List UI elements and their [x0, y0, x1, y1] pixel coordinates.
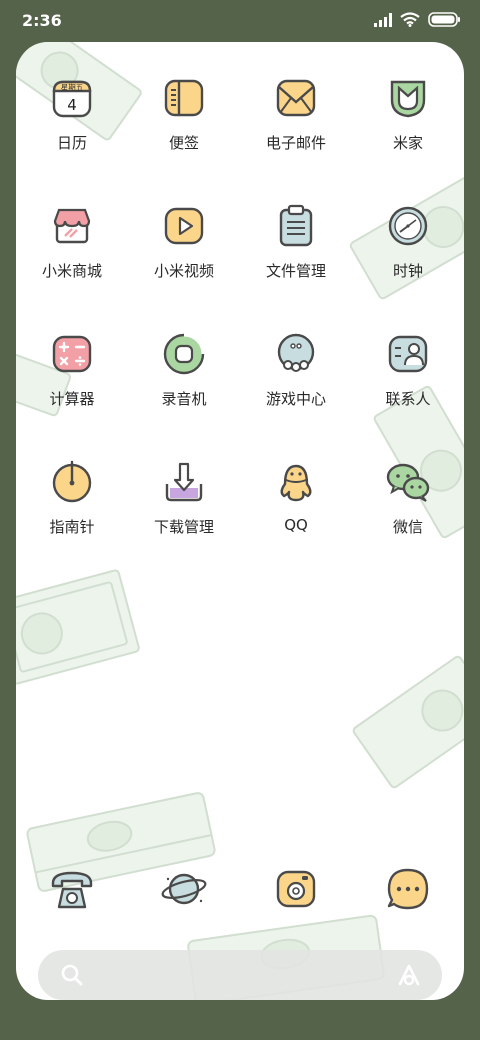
app-label-calendar: 日历 [56, 134, 87, 152]
mijia-icon [390, 80, 426, 118]
dock [16, 867, 464, 911]
app-label-notes: 便签 [168, 134, 199, 152]
app-recorder[interactable]: 录音机 [128, 332, 240, 411]
app-clock[interactable]: 时钟 [352, 204, 464, 283]
store-icon [53, 208, 91, 244]
app-label-email: 电子邮件 [265, 134, 326, 152]
app-label-wechat: 微信 [392, 518, 423, 536]
signal-icon [374, 12, 392, 27]
app-notes[interactable]: 便签 [128, 76, 240, 155]
app-game-center[interactable]: 游戏中心 [240, 332, 352, 411]
dock-browser[interactable] [128, 867, 240, 911]
file-manager-icon [279, 204, 313, 247]
app-mijia[interactable]: 米家 [352, 76, 464, 155]
camera-icon [276, 870, 316, 908]
phone-icon [51, 871, 93, 909]
app-mi-video[interactable]: 小米视频 [128, 204, 240, 283]
app-grid: 星期五 4 日历 便签 电子邮件 米家 小米商城 小米视频 文件管理 时钟 计算… [16, 76, 464, 539]
app-calculator[interactable]: 计算器 [16, 332, 128, 411]
wifi-icon [400, 12, 420, 27]
app-wechat[interactable]: 微信 [352, 460, 464, 539]
calculator-icon [52, 335, 92, 373]
messages-icon [387, 868, 429, 910]
app-file-manager[interactable]: 文件管理 [240, 204, 352, 283]
app-label-recorder: 录音机 [161, 390, 207, 408]
status-bar: 2:36 [0, 0, 480, 42]
browser-planet-icon [161, 873, 207, 905]
calendar-day: 4 [67, 96, 77, 114]
app-label-qq: QQ [284, 516, 308, 534]
app-calendar[interactable]: 星期五 4 日历 [16, 76, 128, 155]
status-time: 2:36 [22, 11, 62, 30]
dock-phone[interactable] [16, 867, 128, 911]
app-compass[interactable]: 指南针 [16, 460, 128, 539]
app-mi-store[interactable]: 小米商城 [16, 204, 128, 283]
notes-icon [164, 79, 204, 117]
compass-icon [52, 460, 92, 503]
app-label-mijia: 米家 [392, 134, 423, 152]
contacts-icon [388, 335, 428, 373]
video-icon [164, 207, 204, 245]
search-bar[interactable] [38, 950, 442, 1000]
email-icon [276, 79, 316, 117]
app-downloads[interactable]: 下载管理 [128, 460, 240, 539]
app-label-downloads: 下载管理 [153, 518, 214, 536]
app-label-mi-store: 小米商城 [41, 262, 102, 280]
dock-camera[interactable] [240, 867, 352, 911]
app-label-calculator: 计算器 [49, 390, 95, 408]
downloads-icon [165, 462, 203, 502]
search-icon[interactable] [60, 963, 84, 987]
qq-icon [280, 464, 312, 502]
calendar-weekday: 星期五 [61, 83, 84, 92]
calendar-icon: 星期五 4 [52, 80, 92, 118]
app-email[interactable]: 电子邮件 [240, 76, 352, 155]
game-center-icon [277, 333, 315, 372]
app-qq[interactable]: QQ [240, 460, 352, 539]
app-contacts[interactable]: 联系人 [352, 332, 464, 411]
recorder-icon [163, 333, 205, 375]
app-label-compass: 指南针 [49, 518, 95, 536]
app-label-game-center: 游戏中心 [265, 390, 326, 408]
wechat-icon [386, 463, 430, 502]
dock-messages[interactable] [352, 867, 464, 911]
voice-assistant-icon[interactable] [396, 962, 422, 988]
app-label-mi-video: 小米视频 [153, 262, 214, 280]
app-label-file-manager: 文件管理 [265, 262, 326, 280]
clock-icon [388, 206, 428, 246]
app-label-clock: 时钟 [392, 262, 423, 280]
app-label-contacts: 联系人 [385, 390, 431, 408]
battery-icon [428, 12, 460, 27]
home-screen: 星期五 4 日历 便签 电子邮件 米家 小米商城 小米视频 文件管理 时钟 计算… [16, 42, 464, 1000]
status-icons [374, 12, 460, 27]
